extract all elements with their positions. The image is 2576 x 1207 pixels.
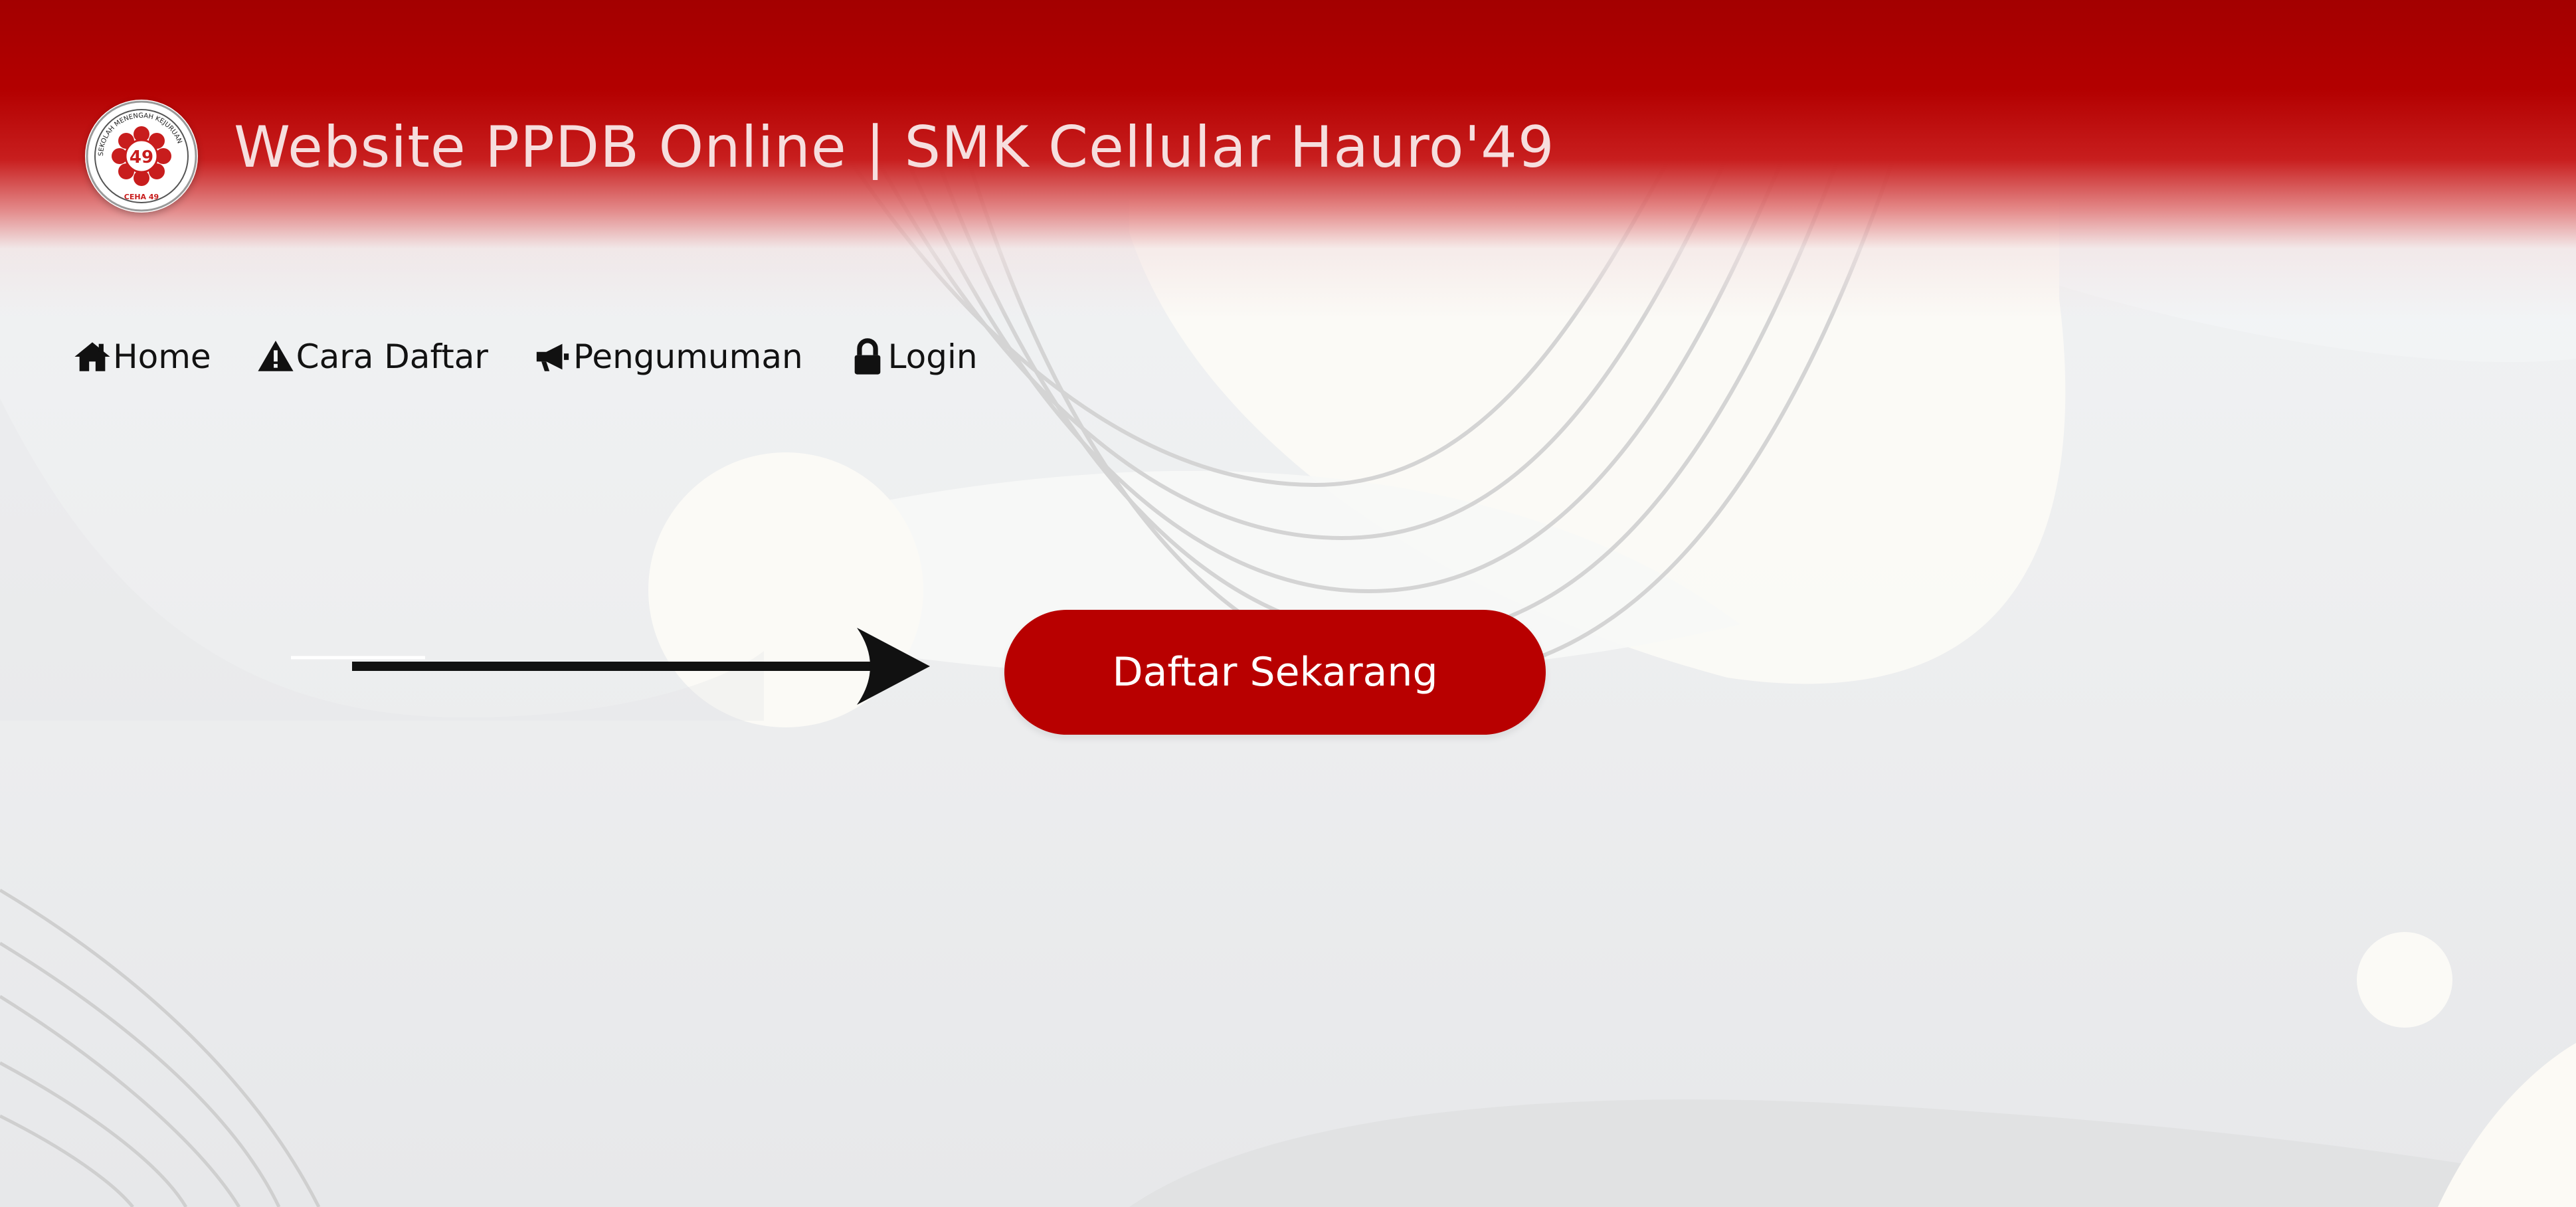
nav-item-pengumuman[interactable]: Pengumuman bbox=[533, 337, 803, 376]
arrow-right-icon bbox=[291, 628, 930, 705]
home-icon bbox=[74, 342, 110, 371]
megaphone-icon bbox=[536, 343, 569, 371]
school-logo: SEKOLAH MENENGAH KEJURUAN 49 CEHA 49 bbox=[85, 100, 198, 213]
logo-motto: CEHA 49 bbox=[124, 193, 159, 201]
nav-item-label: Home bbox=[113, 337, 211, 376]
nav-item-label: Cara Daftar bbox=[296, 337, 488, 376]
logo-number: 49 bbox=[130, 147, 153, 167]
site-title: Website PPDB Online | SMK Cellular Hauro… bbox=[234, 114, 1555, 181]
nav-item-home[interactable]: Home bbox=[73, 337, 211, 376]
warning-icon bbox=[258, 340, 294, 371]
register-now-button[interactable]: Daftar Sekarang bbox=[1004, 610, 1546, 735]
main-nav: Home Cara Daftar Pengumuman Login bbox=[73, 337, 1023, 376]
nav-item-login[interactable]: Login bbox=[848, 337, 978, 376]
school-logo-icon: SEKOLAH MENENGAH KEJURUAN 49 CEHA 49 bbox=[86, 100, 197, 212]
nav-item-label: Login bbox=[887, 337, 978, 376]
lock-icon bbox=[854, 338, 880, 375]
nav-item-cara-daftar[interactable]: Cara Daftar bbox=[256, 337, 488, 376]
nav-item-label: Pengumuman bbox=[573, 337, 803, 376]
